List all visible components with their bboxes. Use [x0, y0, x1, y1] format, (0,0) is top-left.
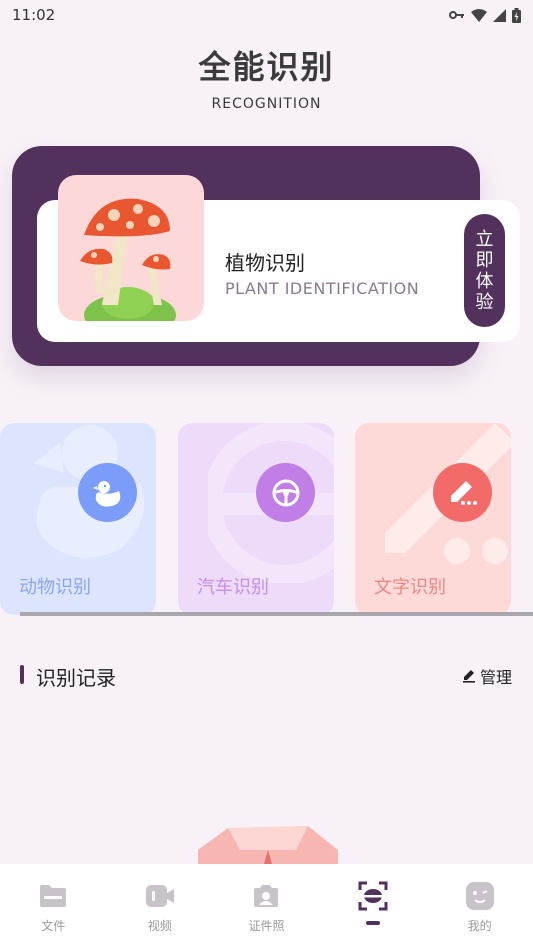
folder-icon	[37, 880, 69, 912]
animal-icon-badge	[78, 463, 137, 522]
face-icon	[464, 880, 496, 912]
tab-video-label: 视频	[147, 919, 172, 933]
try-now-char: 即	[475, 249, 494, 271]
status-bar: 11:02	[0, 0, 533, 30]
plant-card-subtitle: PLANT IDENTIFICATION	[225, 279, 420, 298]
tab-files[interactable]: 文件	[0, 864, 107, 948]
steering-wheel-icon	[272, 479, 299, 506]
tab-profile[interactable]: 我的	[426, 864, 533, 948]
edit-icon	[462, 670, 475, 683]
tab-scan[interactable]	[320, 864, 427, 948]
signal-icon	[493, 8, 506, 22]
tab-profile-label: 我的	[467, 919, 492, 933]
wifi-icon	[471, 8, 487, 22]
text-recognition-label: 文字识别	[374, 577, 446, 598]
animal-recognition-card[interactable]: 动物识别	[0, 423, 156, 615]
car-recognition-label: 汽车识别	[197, 577, 269, 598]
video-icon	[144, 880, 176, 912]
records-section-title: 识别记录	[36, 666, 116, 690]
section-marker	[20, 665, 24, 684]
active-tab-indicator	[366, 921, 381, 925]
scan-icon	[357, 880, 389, 912]
duck-icon	[92, 480, 120, 507]
mushroom-illustration	[58, 175, 204, 321]
status-time: 11:02	[12, 6, 56, 24]
manage-button[interactable]: 管理	[462, 664, 512, 688]
status-icons	[449, 7, 521, 23]
tab-id-photo-label: 证件照	[248, 919, 285, 933]
try-now-char: 体	[475, 270, 494, 292]
battery-icon	[512, 7, 521, 23]
animal-recognition-label: 动物识别	[19, 577, 91, 598]
car-recognition-card[interactable]: 汽车识别	[178, 423, 334, 615]
plant-card-title: 植物识别	[225, 251, 305, 275]
text-recognition-card[interactable]: 文字识别	[355, 423, 511, 615]
tab-video[interactable]: 视频	[107, 864, 214, 948]
try-now-char: 验	[475, 291, 494, 313]
page-subtitle: RECOGNITION	[211, 96, 322, 112]
text-icon-badge	[433, 463, 492, 522]
try-now-button[interactable]: 立 即 体 验	[464, 214, 505, 327]
horizontal-scrollbar[interactable]	[20, 612, 533, 616]
manage-label: 管理	[479, 668, 512, 687]
pen-icon	[450, 480, 477, 505]
car-icon-badge	[256, 463, 315, 522]
camera-icon	[250, 880, 282, 912]
vpn-key-icon	[449, 11, 464, 19]
tab-files-label: 文件	[41, 919, 66, 933]
tab-id-photo[interactable]: 证件照	[213, 864, 320, 948]
empty-box-illustration	[198, 826, 338, 870]
try-now-char: 立	[475, 228, 494, 250]
bottom-tab-bar: 文件 视频 证件照 我的	[0, 864, 533, 948]
page-title: 全能识别	[198, 48, 335, 86]
